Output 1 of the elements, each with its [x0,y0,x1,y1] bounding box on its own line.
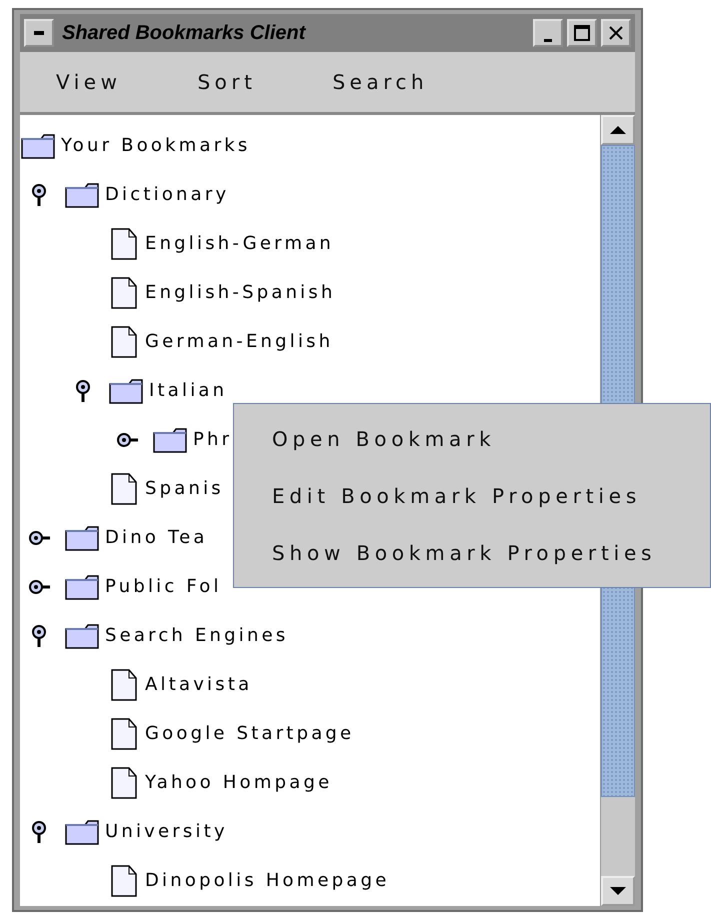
window-title: Shared Bookmarks Client [62,22,306,44]
